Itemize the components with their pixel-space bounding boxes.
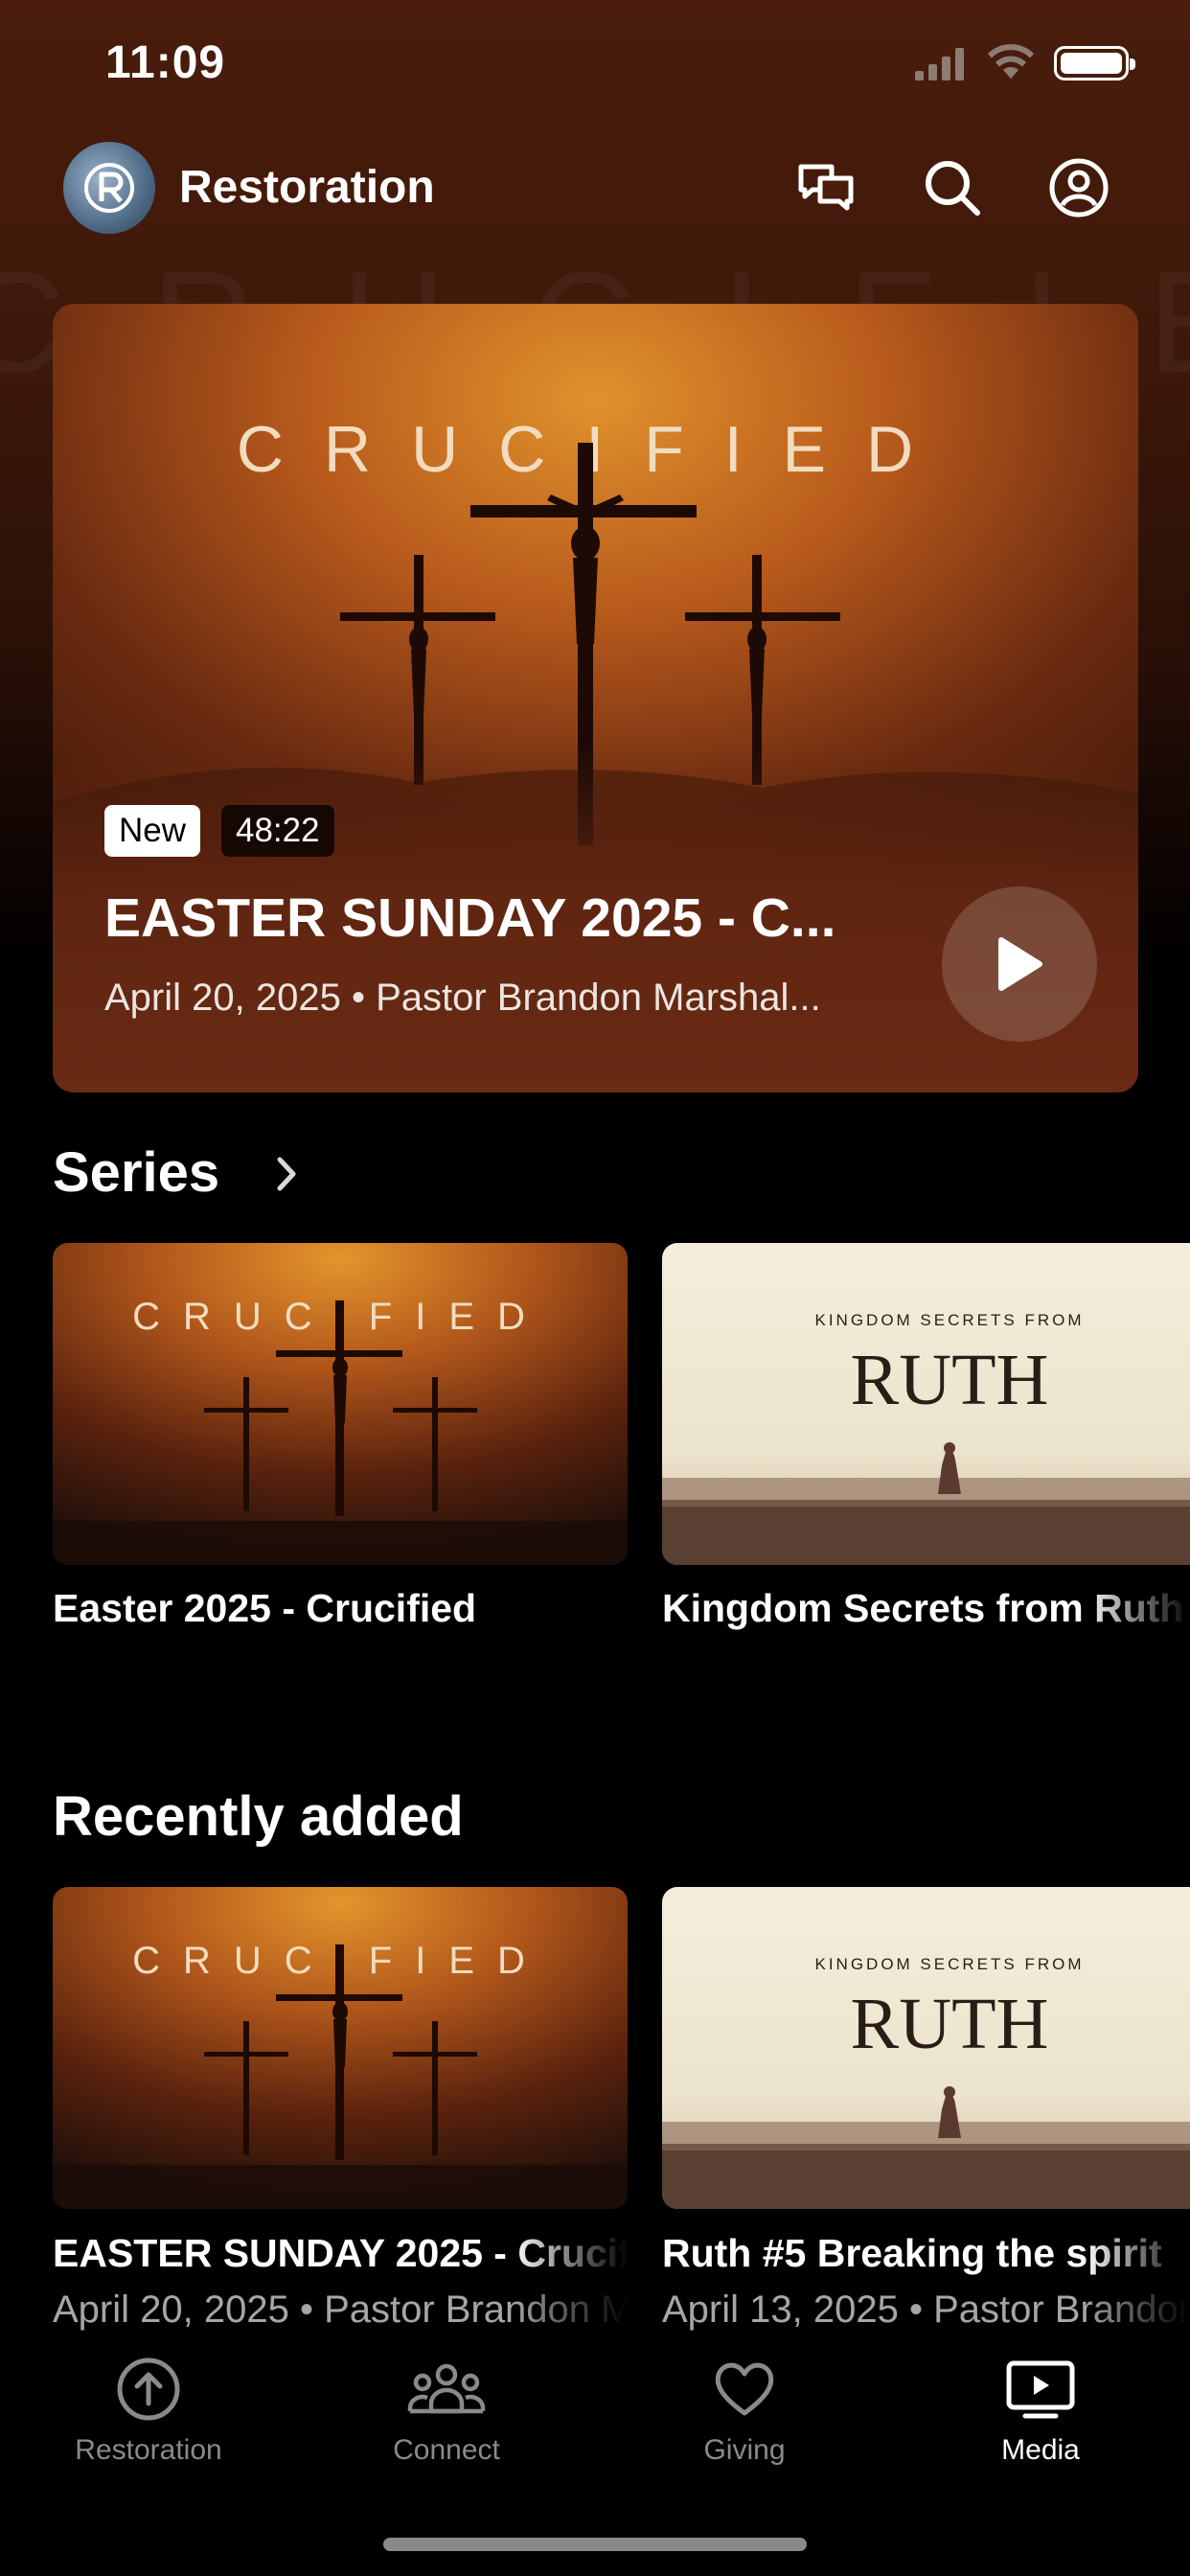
play-button[interactable]	[942, 886, 1097, 1042]
home-indicator[interactable]	[383, 2538, 807, 2551]
series-thumbnail-crucified[interactable]: CRUCIFIED	[53, 1243, 628, 1565]
series-thumbnail-ruth[interactable]: KINGDOM SECRETS FROM RUTH	[662, 1243, 1190, 1565]
recent-subtitle-0: April 20, 2025 • Pastor Brandon Marshall	[53, 2288, 628, 2331]
battery-icon	[1054, 46, 1135, 80]
featured-sermon-card[interactable]: CRUCIFIED New 48:22 EASTER SUNDAY 2025 -…	[53, 304, 1138, 1092]
tab-giving-label: Giving	[703, 2434, 786, 2466]
recent-thumbnail-crucified[interactable]: CRUCIFIED	[53, 1887, 628, 2209]
svg-text:RUTH: RUTH	[851, 1984, 1049, 2064]
recent-subtitle-1: April 13, 2025 • Pastor Brandon Marshall	[662, 2288, 1190, 2331]
tab-media-label: Media	[1001, 2434, 1080, 2466]
tab-restoration-label: Restoration	[75, 2434, 222, 2466]
tab-restoration[interactable]: Restoration	[34, 2356, 263, 2499]
app-header: Restoration	[0, 142, 1190, 238]
chevron-right-icon[interactable]	[268, 1150, 307, 1198]
duration-badge: 48:22	[221, 805, 334, 857]
tab-giving[interactable]: Giving	[629, 2356, 859, 2499]
profile-icon[interactable]	[1048, 157, 1110, 218]
recent-title-0: EASTER SUNDAY 2025 - Crucified	[53, 2231, 628, 2275]
new-badge: New	[104, 805, 201, 857]
people-icon	[407, 2363, 486, 2414]
recent-carousel[interactable]: CRUCIFIED KINGDOM SECRETS FR	[53, 1887, 1190, 2209]
featured-title: EASTER SUNDAY 2025 - C...	[104, 887, 836, 949]
tab-media[interactable]: Media	[926, 2356, 1156, 2499]
logo-icon[interactable]	[63, 142, 155, 234]
featured-subtitle: April 20, 2025 • Pastor Brandon Marshal.…	[104, 977, 821, 1019]
svg-text:KINGDOM SECRETS FROM: KINGDOM SECRETS FROM	[814, 1955, 1084, 1973]
tv-play-icon	[1006, 2360, 1075, 2419]
recent-title-1: Ruth #5 Breaking the spirit	[662, 2231, 1162, 2275]
arrow-up-circle-icon	[117, 2358, 180, 2421]
recent-thumbnail-ruth[interactable]: KINGDOM SECRETS FROM RUTH	[662, 1887, 1190, 2209]
chat-icon[interactable]	[795, 157, 857, 218]
tab-connect[interactable]: Connect	[332, 2356, 561, 2499]
church-name: Restoration	[179, 162, 435, 213]
heart-icon	[715, 2362, 774, 2416]
series-title-1: Kingdom Secrets from Ruth	[662, 1586, 1184, 1630]
series-heading[interactable]: Series	[53, 1140, 219, 1205]
play-icon	[998, 937, 1042, 991]
svg-text:CRUCIFIED: CRUCIFIED	[237, 413, 953, 486]
status-time: 11:09	[105, 37, 226, 88]
status-bar: 11:09	[0, 0, 1190, 130]
series-carousel[interactable]: CRUCIFIED KINGDOM SECRETS FR	[53, 1243, 1190, 1565]
svg-text:RUTH: RUTH	[851, 1340, 1049, 1420]
recently-added-heading: Recently added	[53, 1785, 464, 1848]
svg-text:KINGDOM SECRETS FROM: KINGDOM SECRETS FROM	[814, 1311, 1084, 1329]
search-icon[interactable]	[922, 157, 983, 218]
series-title-0: Easter 2025 - Crucified	[53, 1586, 477, 1630]
cellular-signal-icon	[915, 48, 964, 80]
wifi-icon	[988, 44, 1034, 79]
tab-connect-label: Connect	[393, 2434, 500, 2466]
